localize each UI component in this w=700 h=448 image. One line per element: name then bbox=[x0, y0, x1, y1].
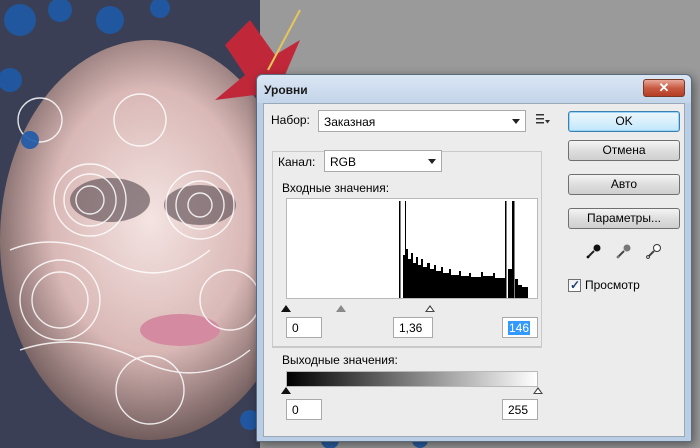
checkmark-icon: ✓ bbox=[570, 278, 581, 292]
ok-button[interactable]: OK bbox=[568, 111, 680, 132]
output-white-field[interactable]: 255 bbox=[502, 399, 538, 420]
preset-value: Заказная bbox=[324, 115, 376, 129]
chevron-down-icon bbox=[428, 159, 436, 164]
output-black-field[interactable]: 0 bbox=[286, 399, 322, 420]
output-black-slider-handle[interactable] bbox=[281, 387, 291, 394]
chevron-down-icon bbox=[512, 119, 520, 124]
auto-button[interactable]: Авто bbox=[568, 174, 680, 195]
divider bbox=[272, 347, 542, 348]
channel-value: RGB bbox=[330, 155, 357, 169]
histogram-graph bbox=[399, 201, 528, 298]
channel-label: Канал: bbox=[278, 155, 316, 169]
preview-checkbox[interactable]: ✓ bbox=[568, 278, 581, 292]
input-slider-track bbox=[281, 305, 538, 313]
preview-label: Просмотр bbox=[585, 278, 640, 292]
input-black-slider-handle[interactable] bbox=[281, 305, 291, 312]
input-levels-label: Входные значения: bbox=[282, 181, 390, 195]
histogram bbox=[286, 198, 538, 299]
output-gradient-bar bbox=[286, 371, 538, 387]
close-button[interactable]: ✕ bbox=[643, 79, 685, 97]
input-white-value: 146 bbox=[508, 321, 531, 335]
gray-point-eyedropper-icon[interactable] bbox=[616, 243, 632, 259]
channel-dropdown[interactable]: RGB bbox=[324, 150, 442, 172]
black-point-eyedropper-icon[interactable] bbox=[586, 243, 602, 259]
white-point-eyedropper-icon[interactable] bbox=[646, 243, 662, 259]
input-white-field[interactable]: 146 bbox=[502, 317, 538, 338]
output-white-slider-handle[interactable] bbox=[533, 387, 543, 394]
input-gamma-field[interactable]: 1,36 bbox=[393, 317, 433, 338]
dialog-title: Уровни bbox=[264, 83, 308, 97]
output-slider-track bbox=[281, 387, 543, 395]
output-levels-label: Выходные значения: bbox=[282, 353, 398, 367]
preset-label: Набор: bbox=[271, 113, 310, 127]
dialog-titlebar[interactable]: Уровни ✕ bbox=[257, 75, 691, 103]
input-white-slider-handle[interactable] bbox=[425, 305, 435, 312]
preset-dropdown[interactable]: Заказная bbox=[318, 110, 526, 132]
options-button[interactable]: Параметры... bbox=[568, 208, 680, 229]
list-menu-icon[interactable] bbox=[536, 113, 550, 125]
dialog-body: Набор: Заказная Канал: RGB Входные значе… bbox=[263, 103, 685, 437]
levels-dialog: Уровни ✕ Набор: Заказная Канал: RGB Вход… bbox=[256, 74, 692, 442]
input-black-field[interactable]: 0 bbox=[286, 317, 322, 338]
input-gamma-slider-handle[interactable] bbox=[336, 305, 346, 312]
cancel-button[interactable]: Отмена bbox=[568, 140, 680, 161]
